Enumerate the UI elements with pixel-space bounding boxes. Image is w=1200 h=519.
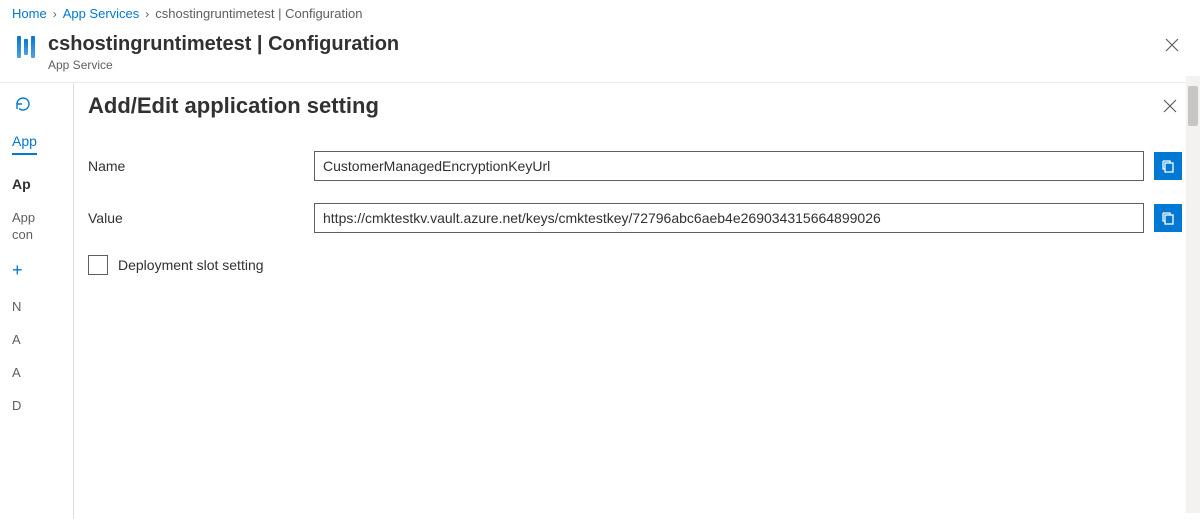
name-label: Name <box>88 158 304 174</box>
refresh-icon <box>14 95 32 113</box>
copy-value-button[interactable] <box>1154 204 1182 232</box>
app-service-icon <box>14 35 38 59</box>
column-header: N <box>12 299 73 314</box>
breadcrumb-current: cshostingruntimetest | Configuration <box>155 6 362 21</box>
page-header: cshostingruntimetest | Configuration App… <box>0 25 1200 82</box>
breadcrumb: Home › App Services › cshostingruntimete… <box>0 0 1200 25</box>
blade-close-button[interactable] <box>1160 96 1180 116</box>
breadcrumb-home[interactable]: Home <box>12 6 47 21</box>
table-cell: A <box>12 365 73 380</box>
table-cell: A <box>12 332 73 347</box>
tab-application-settings[interactable]: App <box>12 133 37 155</box>
value-label: Value <box>88 210 304 226</box>
blade-title: Add/Edit application setting <box>88 93 379 119</box>
sidebar-text: con <box>12 227 73 242</box>
page-title: cshostingruntimetest | Configuration <box>48 33 399 56</box>
copy-icon <box>1161 159 1175 173</box>
sidebar-text: App <box>12 210 73 225</box>
refresh-button[interactable] <box>12 93 34 115</box>
copy-icon <box>1161 211 1175 225</box>
page-subtitle: App Service <box>48 58 399 72</box>
chevron-right-icon: › <box>145 7 149 21</box>
table-cell: D <box>12 398 73 413</box>
scrollbar-thumb[interactable] <box>1188 86 1198 126</box>
value-input[interactable] <box>314 203 1144 233</box>
name-input[interactable] <box>314 151 1144 181</box>
add-button[interactable]: + <box>12 260 73 281</box>
close-icon <box>1163 99 1177 113</box>
scrollbar[interactable] <box>1186 76 1200 513</box>
close-icon <box>1165 38 1179 52</box>
chevron-right-icon: › <box>53 7 57 21</box>
deployment-slot-label[interactable]: Deployment slot setting <box>118 257 264 273</box>
deployment-slot-checkbox[interactable] <box>88 255 108 275</box>
sidebar: App Ap App con + N A A D <box>0 83 74 519</box>
section-heading: Ap <box>12 176 73 192</box>
copy-name-button[interactable] <box>1154 152 1182 180</box>
add-edit-setting-blade: Add/Edit application setting Name Value … <box>73 83 1200 519</box>
close-button[interactable] <box>1162 35 1182 55</box>
breadcrumb-app-services[interactable]: App Services <box>63 6 140 21</box>
